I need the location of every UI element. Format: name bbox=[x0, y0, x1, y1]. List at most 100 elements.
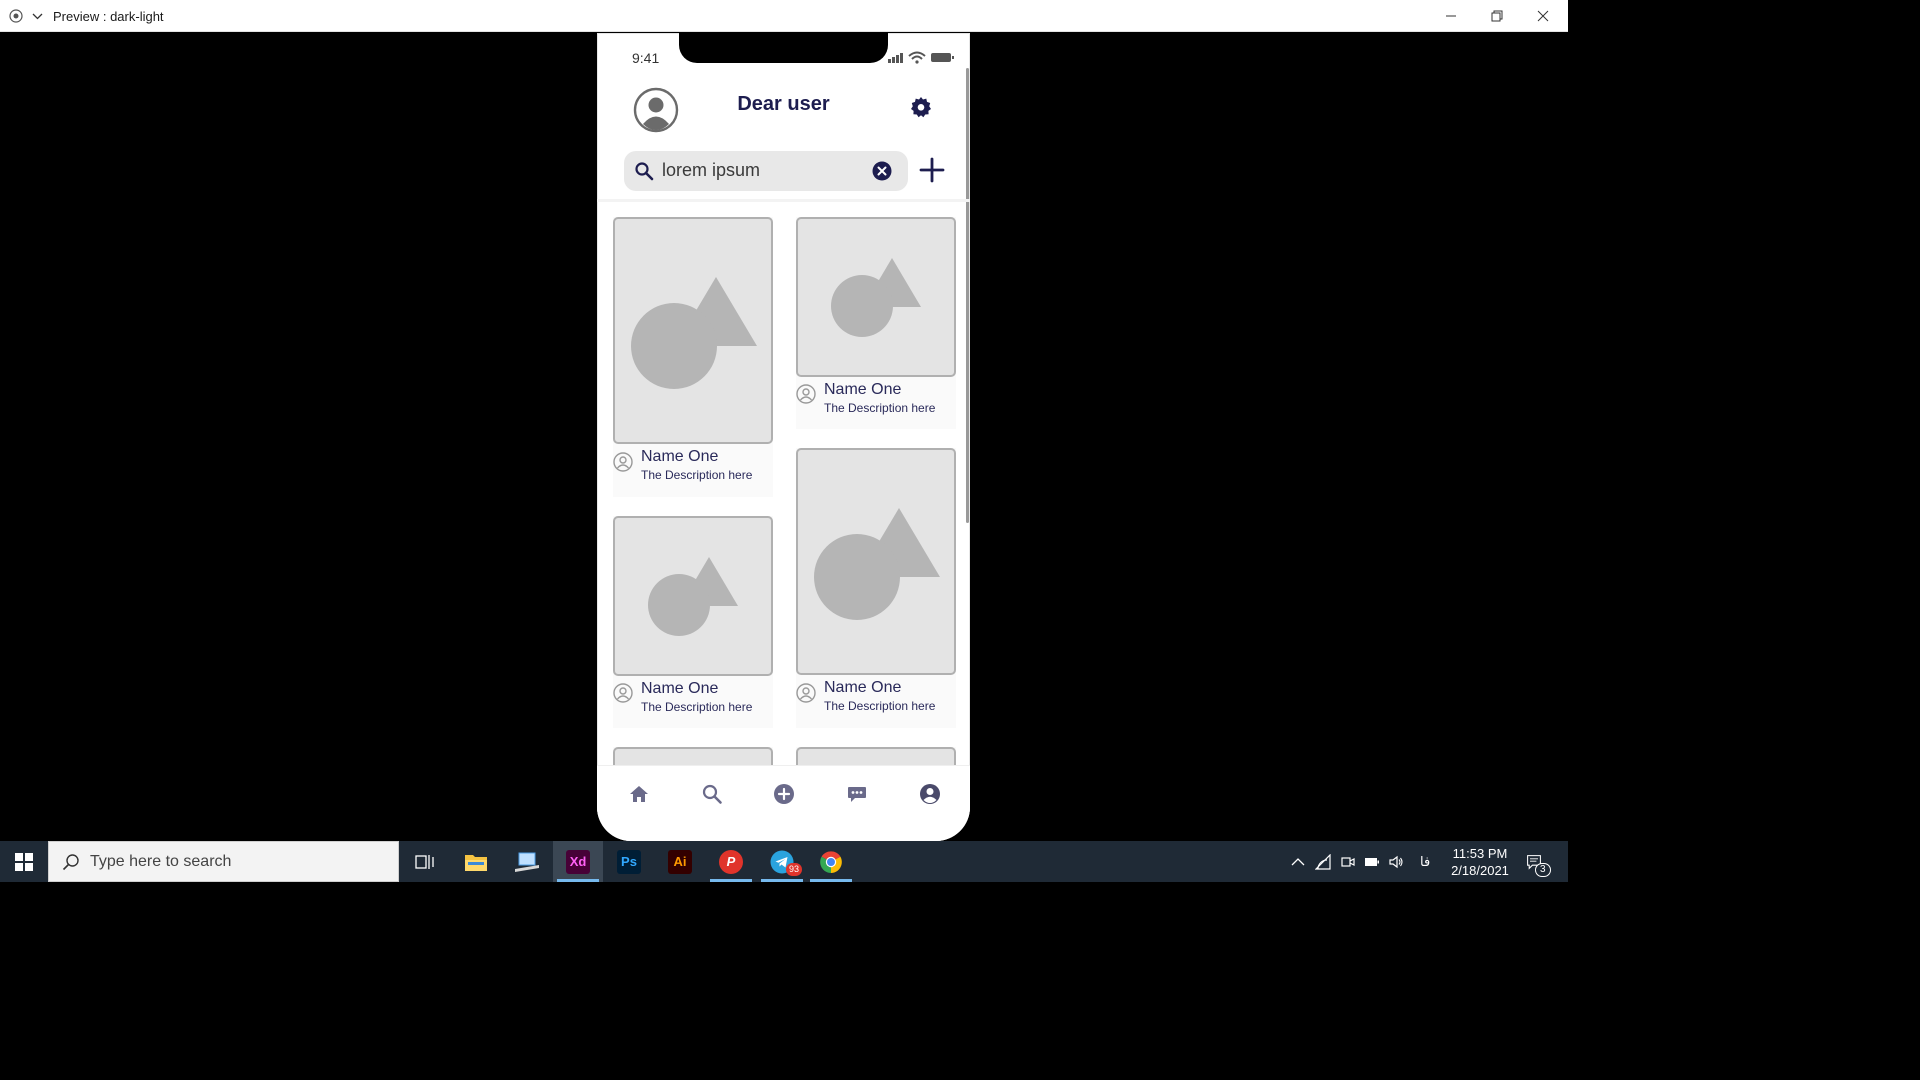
card-partial[interactable] bbox=[796, 747, 956, 766]
chat-icon bbox=[848, 787, 866, 802]
card[interactable]: Name One The Description here bbox=[796, 217, 956, 429]
battery-icon bbox=[1365, 857, 1379, 866]
card[interactable]: Name One The Description here bbox=[613, 217, 773, 497]
record-icon[interactable] bbox=[9, 9, 23, 23]
add-icon[interactable] bbox=[919, 157, 945, 183]
image-placeholder-icon bbox=[648, 557, 738, 636]
minimize-button[interactable] bbox=[1428, 0, 1474, 32]
volume-button[interactable] bbox=[1388, 841, 1404, 882]
file-explorer-icon bbox=[465, 854, 487, 871]
card-name: Name One bbox=[824, 381, 902, 398]
app-button[interactable] bbox=[502, 841, 552, 882]
xd-app-icon: Xd bbox=[566, 849, 590, 874]
taskbar-search[interactable]: Type here to search bbox=[48, 841, 399, 882]
close-button[interactable] bbox=[1520, 0, 1566, 32]
active-indicator bbox=[761, 879, 803, 882]
xd-app-button[interactable]: Xd bbox=[553, 841, 603, 882]
profile-icon bbox=[920, 784, 940, 804]
chevron-down-icon[interactable] bbox=[32, 11, 43, 21]
card-description: The Description here bbox=[641, 468, 753, 482]
tab-search[interactable] bbox=[698, 780, 726, 808]
taskbar-search-placeholder: Type here to search bbox=[90, 853, 232, 870]
user-icon bbox=[796, 683, 816, 703]
minimize-icon bbox=[1446, 15, 1456, 17]
task-view-button[interactable] bbox=[400, 841, 450, 882]
ai-app-button[interactable]: Ai bbox=[655, 841, 705, 882]
image-placeholder-icon bbox=[631, 277, 757, 389]
chrome-app-button[interactable] bbox=[806, 841, 856, 882]
card-description: The Description here bbox=[824, 401, 936, 415]
signal-icon bbox=[888, 53, 903, 63]
header-divider bbox=[597, 199, 970, 202]
ps-app-icon: Ps bbox=[617, 849, 641, 874]
battery-button[interactable] bbox=[1364, 841, 1380, 882]
input-language-indicator[interactable]: فا bbox=[1420, 841, 1430, 882]
app-icon bbox=[515, 852, 539, 872]
network-icon bbox=[1315, 853, 1331, 870]
telegram-app-button[interactable]: 93 bbox=[757, 841, 807, 882]
window-title-bar: Preview : dark-light bbox=[0, 0, 1568, 32]
card-grid: Name One The Description here Name One T… bbox=[597, 203, 970, 766]
clear-icon[interactable] bbox=[872, 161, 892, 181]
phone-preview: 9:41 Dear user lorem ipsum Name One The … bbox=[597, 33, 970, 841]
home-icon bbox=[630, 786, 648, 802]
card-image-placeholder bbox=[613, 747, 773, 766]
card-partial[interactable] bbox=[613, 747, 773, 766]
card[interactable]: Name One The Description here bbox=[796, 448, 956, 728]
user-icon bbox=[796, 384, 816, 404]
battery-icon bbox=[931, 53, 951, 62]
search-bar[interactable]: lorem ipsum bbox=[624, 151, 908, 191]
status-time: 9:41 bbox=[632, 50, 660, 66]
taskbar: Type here to search Xd Ps Ai P 93 فا 11:… bbox=[0, 841, 1568, 882]
window-title: Preview : dark-light bbox=[53, 9, 164, 24]
file-explorer-button[interactable] bbox=[451, 841, 501, 882]
psiphon-app-button[interactable]: P bbox=[706, 841, 756, 882]
card-image-placeholder bbox=[613, 516, 773, 676]
chevron-up-icon bbox=[1291, 857, 1305, 865]
restore-icon bbox=[1491, 10, 1503, 22]
meet-now-button[interactable] bbox=[1340, 841, 1356, 882]
card-description: The Description here bbox=[824, 699, 936, 713]
tab-chat[interactable] bbox=[843, 780, 871, 808]
image-placeholder-icon bbox=[831, 258, 921, 337]
volume-icon bbox=[1389, 855, 1403, 868]
add-circle-icon bbox=[774, 784, 794, 804]
ai-app-icon: Ai bbox=[668, 849, 692, 874]
gear-icon[interactable] bbox=[909, 95, 933, 119]
search-input[interactable]: lorem ipsum bbox=[662, 160, 760, 181]
clock[interactable]: 11:53 PM 2/18/2021 bbox=[1440, 845, 1520, 879]
network-button[interactable] bbox=[1315, 841, 1331, 882]
image-placeholder-icon bbox=[814, 508, 940, 620]
search-icon bbox=[62, 854, 79, 871]
telegram-badge: 93 bbox=[786, 863, 803, 876]
notification-count: 3 bbox=[1535, 863, 1551, 877]
restore-button[interactable] bbox=[1474, 0, 1520, 32]
card-image-placeholder bbox=[796, 747, 956, 766]
user-icon bbox=[613, 683, 633, 703]
active-indicator bbox=[557, 879, 599, 882]
card-image-placeholder bbox=[613, 217, 773, 444]
start-button[interactable] bbox=[0, 841, 48, 882]
active-indicator bbox=[810, 879, 852, 882]
tab-add[interactable] bbox=[770, 780, 798, 808]
active-indicator bbox=[710, 879, 752, 882]
show-hidden-icons-button[interactable] bbox=[1290, 841, 1306, 882]
search-icon bbox=[635, 162, 654, 181]
user-icon bbox=[613, 452, 633, 472]
video-icon bbox=[1341, 856, 1355, 867]
close-icon bbox=[1537, 10, 1549, 22]
card-description: The Description here bbox=[641, 700, 753, 714]
clock-date: 2/18/2021 bbox=[1451, 863, 1509, 878]
tab-profile[interactable] bbox=[916, 780, 944, 808]
card[interactable]: Name One The Description here bbox=[613, 516, 773, 728]
tab-bar bbox=[597, 765, 970, 841]
clock-time: 11:53 PM bbox=[1452, 846, 1508, 861]
windows-logo-icon bbox=[15, 852, 33, 871]
search-icon bbox=[702, 784, 722, 804]
card-name: Name One bbox=[641, 448, 719, 465]
card-image-placeholder bbox=[796, 217, 956, 377]
ps-app-button[interactable]: Ps bbox=[604, 841, 654, 882]
card-name: Name One bbox=[641, 680, 719, 697]
psiphon-app-icon: P bbox=[719, 849, 743, 874]
tab-home[interactable] bbox=[625, 780, 653, 808]
